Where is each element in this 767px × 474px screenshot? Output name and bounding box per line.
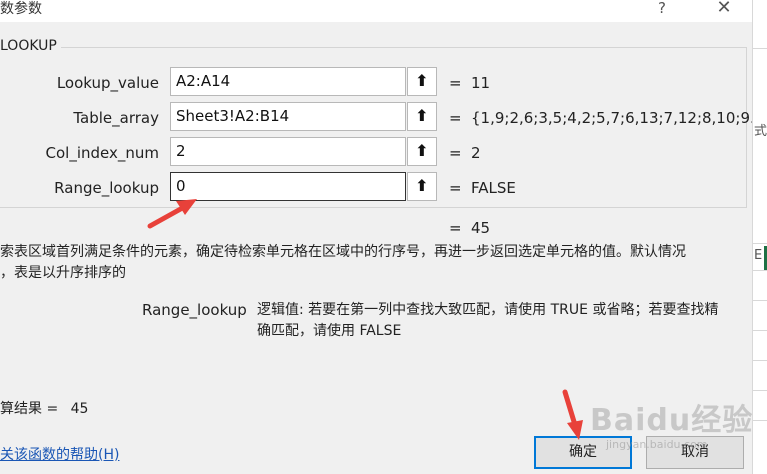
arg-label-lookup-value: Lookup_value — [56, 74, 159, 92]
collapse-ref-icon[interactable]: ⬆ — [407, 102, 437, 131]
spreadsheet-edge — [752, 0, 767, 474]
arg-result-range-lookup: FALSE — [471, 179, 516, 197]
arg-help-text-line2: 确匹配，请使用 FALSE — [257, 323, 402, 339]
arg-label-range-lookup: Range_lookup — [54, 179, 159, 197]
collapse-ref-icon[interactable]: ⬆ — [407, 137, 437, 166]
function-description-line2: ，表是以升序排序的 — [0, 265, 126, 281]
arg-help-name: Range_lookup — [142, 301, 247, 319]
range-lookup-input[interactable]: 0 — [170, 172, 406, 201]
col-index-num-input[interactable]: 2 — [170, 137, 406, 166]
lookup-value-input[interactable]: A2:A14 — [170, 67, 406, 96]
watermark-url: jingyan.baidu.com — [606, 438, 708, 451]
table-array-input[interactable]: Sheet3!A2:B14 — [170, 102, 406, 131]
arg-result-table-array: {1,9;2,6;3,5;4,2;5,7;6,13;7,12;8,10;9... — [471, 109, 765, 127]
equals-sign: = — [449, 74, 462, 92]
equals-sign: = — [449, 109, 462, 127]
arg-result-col-index-num: 2 — [471, 144, 481, 162]
arg-result-lookup-value: 11 — [471, 74, 491, 92]
equals-sign: = — [449, 219, 462, 237]
equals-sign: = — [449, 144, 462, 162]
dialog-title: 数参数 — [0, 1, 42, 17]
function-result-value: 45 — [471, 219, 491, 237]
watermark-logo: Baidu经验 — [590, 403, 754, 438]
formula-result: 算结果 = 45 — [0, 398, 88, 418]
function-name-label: LOOKUP — [0, 38, 61, 54]
title-bar: 数参数 ? ✕ — [0, 0, 752, 22]
function-help-link[interactable]: 关该函数的帮助(H) — [0, 444, 119, 464]
help-icon[interactable]: ? — [651, 0, 673, 18]
close-icon[interactable]: ✕ — [713, 0, 735, 18]
formula-result-value: 45 — [70, 401, 89, 417]
equals-sign: = — [449, 179, 462, 197]
collapse-ref-icon[interactable]: ⬆ — [407, 67, 437, 96]
formula-result-label: 算结果 = — [0, 401, 59, 417]
side-column-header: E — [754, 248, 763, 263]
arg-label-col-index-num: Col_index_num — [45, 144, 159, 162]
arg-help-text-line1: 逻辑值: 若要在第一列中查找大致匹配，请使用 TRUE 或省略；若要查找精 — [257, 302, 719, 318]
side-cell-text: 式 — [754, 124, 767, 139]
arg-label-table-array: Table_array — [73, 109, 159, 127]
collapse-ref-icon[interactable]: ⬆ — [407, 172, 437, 201]
